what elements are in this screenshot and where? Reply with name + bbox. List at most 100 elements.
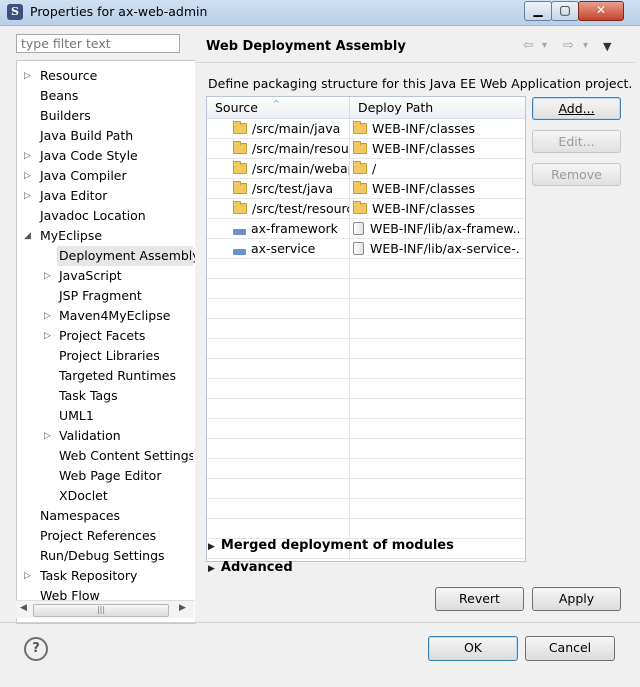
view-menu-icon[interactable]: ▼ xyxy=(603,40,611,53)
expand-triangle-icon[interactable]: ▷ xyxy=(24,166,34,186)
help-icon[interactable]: ? xyxy=(24,637,48,661)
expand-triangle-icon[interactable]: ▷ xyxy=(44,426,54,446)
section-advanced[interactable]: ▶ Advanced xyxy=(208,560,293,575)
table-row[interactable]: ax-framework WEB-INF/lib/ax-framew... xyxy=(207,219,525,239)
tree-item-label: Web Content Settings xyxy=(59,448,193,463)
scroll-left-arrow-icon[interactable]: ◀ xyxy=(20,603,27,613)
source-cell: ax-service xyxy=(251,241,316,256)
footer-separator xyxy=(0,622,640,623)
expand-triangle-icon[interactable]: ▷ xyxy=(24,186,34,206)
property-page: Web Deployment Assembly ⇦ ▾ ⇨ ▾ ▼ Define… xyxy=(195,30,635,622)
expand-section-icon[interactable]: ▶ xyxy=(208,542,215,552)
tree-item-project-libraries[interactable]: Project Libraries xyxy=(17,346,193,366)
back-arrow-icon[interactable]: ⇦ xyxy=(523,38,534,53)
apply-button[interactable]: Apply xyxy=(532,587,621,611)
tree-item-myeclipse[interactable]: ◢ MyEclipse xyxy=(17,226,193,246)
ok-button-label: OK xyxy=(463,640,483,655)
column-header-deploy-path[interactable]: Deploy Path xyxy=(350,97,525,119)
page-history-controls: ⇦ ▾ ⇨ ▾ ▼ xyxy=(523,38,623,54)
table-row-empty xyxy=(207,499,525,519)
tree-item-targeted-runtimes[interactable]: Targeted Runtimes xyxy=(17,366,193,386)
tree-item-java-editor[interactable]: ▷ Java Editor xyxy=(17,186,193,206)
tree-item-label: Java Build Path xyxy=(40,128,134,143)
tree-item-uml1[interactable]: UML1 xyxy=(17,406,193,426)
expand-triangle-icon[interactable]: ▷ xyxy=(44,326,54,346)
expand-triangle-icon[interactable]: ▷ xyxy=(24,146,34,166)
tree-horizontal-scrollbar[interactable]: ◀ ||| ▶ xyxy=(16,600,194,618)
deploy-path-cell: WEB-INF/classes xyxy=(372,121,476,136)
forward-menu-icon[interactable]: ▾ xyxy=(583,40,588,51)
table-row-empty xyxy=(207,419,525,439)
section-label: Merged deployment of modules xyxy=(220,538,454,553)
tree-item-label: Builders xyxy=(40,108,91,123)
minimize-button[interactable]: ▁ xyxy=(524,1,552,21)
expand-triangle-icon[interactable]: ▷ xyxy=(24,566,34,586)
expand-triangle-icon[interactable]: ▷ xyxy=(24,66,34,86)
tree-item-label: Java Editor xyxy=(40,188,108,203)
collapse-triangle-icon[interactable]: ◢ xyxy=(24,226,34,246)
table-row-empty xyxy=(207,399,525,419)
preference-tree: ▷ Resource Beans Builders Java Build Pat… xyxy=(16,60,196,624)
add-button[interactable]: Add... xyxy=(532,97,621,120)
tree-item-web-page-editor[interactable]: Web Page Editor xyxy=(17,466,193,486)
scrollbar-thumb[interactable]: ||| xyxy=(33,604,169,617)
tree-item-label: UML1 xyxy=(59,408,94,423)
tree-item-label: Java Compiler xyxy=(40,168,127,183)
tree-item-run-debug-settings[interactable]: Run/Debug Settings xyxy=(17,546,193,566)
tree-item-java-compiler[interactable]: ▷ Java Compiler xyxy=(17,166,193,186)
column-header-source[interactable]: Source ^ xyxy=(207,97,350,119)
folder-icon xyxy=(353,201,367,214)
page-title: Web Deployment Assembly xyxy=(206,39,406,54)
maximize-button[interactable]: ▢ xyxy=(551,1,579,21)
deploy-path-cell: WEB-INF/classes xyxy=(372,141,476,156)
expand-triangle-icon[interactable]: ▷ xyxy=(44,266,54,286)
tree-item-label: Targeted Runtimes xyxy=(59,368,176,383)
table-row[interactable]: /src/main/resources WEB-INF/classes xyxy=(207,139,525,159)
back-menu-icon[interactable]: ▾ xyxy=(542,40,547,51)
table-row-empty xyxy=(207,339,525,359)
cancel-button[interactable]: Cancel xyxy=(525,636,615,661)
tree-item-task-repository[interactable]: ▷ Task Repository xyxy=(17,566,193,586)
source-cell: /src/main/java xyxy=(252,121,341,136)
table-row[interactable]: ax-service WEB-INF/lib/ax-service-... xyxy=(207,239,525,259)
java-project-icon xyxy=(233,223,246,235)
tree-item-deployment-assembly[interactable]: Deployment Assembly xyxy=(57,246,195,266)
tree-item-builders[interactable]: Builders xyxy=(17,106,193,126)
tree-item-resource[interactable]: ▷ Resource xyxy=(17,66,193,86)
folder-icon xyxy=(233,181,247,194)
ok-button[interactable]: OK xyxy=(428,636,518,661)
tree-item-web-content-settings[interactable]: Web Content Settings xyxy=(17,446,193,466)
tree-item-project-references[interactable]: Project References xyxy=(17,526,193,546)
tree-item-maven4myeclipse[interactable]: ▷ Maven4MyEclipse xyxy=(17,306,193,326)
close-button[interactable]: ✕ xyxy=(578,1,624,21)
tree-item-project-facets[interactable]: ▷ Project Facets xyxy=(17,326,193,346)
tree-item-beans[interactable]: Beans xyxy=(17,86,193,106)
tree-item-label: Project Facets xyxy=(59,328,146,343)
remove-button-label: Remove xyxy=(551,167,602,182)
filter-input[interactable] xyxy=(16,34,180,53)
tree-item-javascript[interactable]: ▷ JavaScript xyxy=(17,266,193,286)
table-row[interactable]: /src/main/webapp / xyxy=(207,159,525,179)
tree-item-javadoc-location[interactable]: Javadoc Location xyxy=(17,206,193,226)
tree-item-jsp-fragment[interactable]: JSP Fragment xyxy=(17,286,193,306)
tree-item-java-code-style[interactable]: ▷ Java Code Style xyxy=(17,146,193,166)
table-row[interactable]: /src/test/resources WEB-INF/classes xyxy=(207,199,525,219)
tree-item-label: Validation xyxy=(59,428,121,443)
scroll-right-arrow-icon[interactable]: ▶ xyxy=(179,603,186,613)
tree-item-xdoclet[interactable]: XDoclet xyxy=(17,486,193,506)
tree-item-validation[interactable]: ▷ Validation xyxy=(17,426,193,446)
tree-item-namespaces[interactable]: Namespaces xyxy=(17,506,193,526)
edit-button[interactable]: Edit... xyxy=(532,130,621,153)
forward-arrow-icon[interactable]: ⇨ xyxy=(563,38,574,53)
remove-button[interactable]: Remove xyxy=(532,163,621,186)
table-row[interactable]: /src/main/java WEB-INF/classes xyxy=(207,119,525,139)
expand-section-icon[interactable]: ▶ xyxy=(208,564,215,574)
section-merged-deployment[interactable]: ▶ Merged deployment of modules xyxy=(208,538,454,553)
table-row[interactable]: /src/test/java WEB-INF/classes xyxy=(207,179,525,199)
tree-item-label: MyEclipse xyxy=(40,228,103,243)
expand-triangle-icon[interactable]: ▷ xyxy=(44,306,54,326)
revert-button[interactable]: Revert xyxy=(435,587,524,611)
tree-item-task-tags[interactable]: Task Tags xyxy=(17,386,193,406)
revert-button-label: Revert xyxy=(459,591,500,606)
tree-item-java-build-path[interactable]: Java Build Path xyxy=(17,126,193,146)
